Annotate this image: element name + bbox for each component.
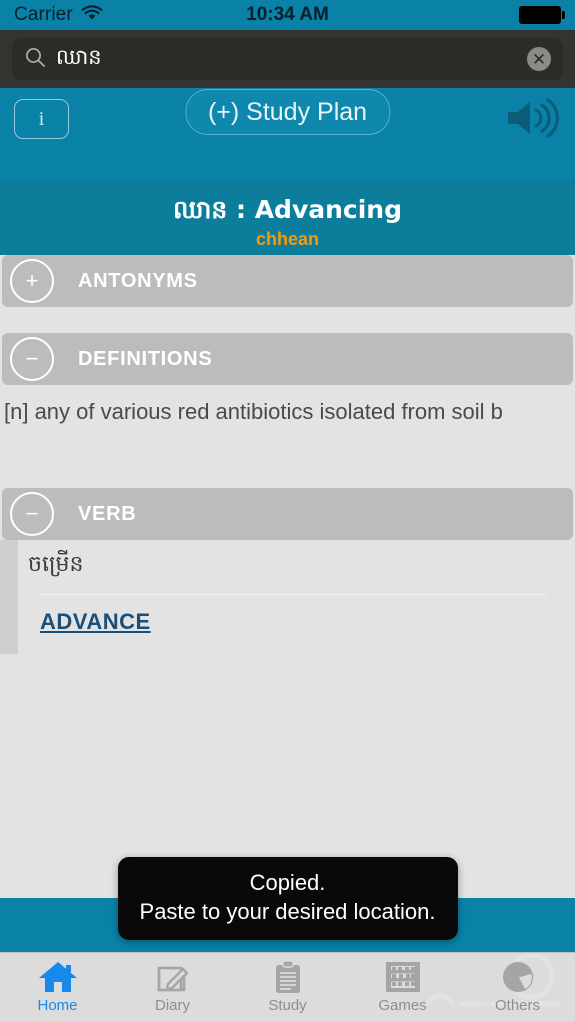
status-bar-right <box>519 6 565 24</box>
verb-khmer-subtext[interactable]: ចម្រើន <box>28 540 575 582</box>
carrier-label: Carrier <box>14 4 73 25</box>
toast-notification: Copied. Paste to your desired location. <box>117 857 458 941</box>
battery-full-icon <box>519 6 565 24</box>
wifi-icon <box>81 4 103 26</box>
section-title-antonyms: ANTONYMS <box>78 269 198 292</box>
status-bar-left: Carrier <box>14 4 103 26</box>
section-body-verb: ចម្រើន ADVANCE <box>0 540 575 654</box>
section-header-definitions[interactable]: − DEFINITIONS <box>2 333 573 385</box>
info-button[interactable]: i <box>14 99 69 139</box>
app-root: Carrier 10:34 AM ឈាន ✕ i (+) Study Plan … <box>0 0 575 1021</box>
status-bar: Carrier 10:34 AM <box>0 0 575 30</box>
tab-bar: Home Diary Study Games Others <box>0 952 575 1021</box>
search-input[interactable]: ឈាន <box>56 44 527 75</box>
definition-text[interactable]: [n] any of various red antibiotics isola… <box>0 385 575 425</box>
tab-label-diary: Diary <box>154 997 190 1014</box>
compose-icon <box>156 960 190 994</box>
minus-icon[interactable]: − <box>10 492 54 536</box>
clear-search-icon[interactable]: ✕ <box>527 47 551 71</box>
speaker-volume-icon <box>504 96 560 145</box>
word-romanization: chhean <box>255 228 320 249</box>
tab-label-others: Others <box>494 997 540 1014</box>
tab-games[interactable]: Games <box>345 953 460 1021</box>
verb-divider <box>40 594 547 595</box>
study-plan-button[interactable]: (+) Study Plan <box>184 89 391 135</box>
search-icon <box>24 46 46 73</box>
section-title-verb: VERB <box>78 502 137 525</box>
tab-study[interactable]: Study <box>230 953 345 1021</box>
indent-bar <box>0 540 18 654</box>
word-title: ឈាន : Advancing <box>172 195 403 224</box>
toast-line-1: Copied. <box>249 870 326 895</box>
tab-diary[interactable]: Diary <box>115 953 230 1021</box>
section-gap-antonyms <box>0 307 575 333</box>
section-body-definitions: [n] any of various red antibiotics isola… <box>0 385 575 488</box>
section-title-definitions: DEFINITIONS <box>78 347 213 370</box>
minus-icon[interactable]: − <box>10 337 54 381</box>
plus-icon[interactable]: + <box>10 259 54 303</box>
search-field[interactable]: ឈាន ✕ <box>12 38 563 80</box>
pie-circle-icon <box>501 960 535 994</box>
tab-label-games: Games <box>378 997 427 1014</box>
section-header-verb[interactable]: − VERB <box>2 488 573 540</box>
search-bar: ឈាន ✕ <box>0 30 575 88</box>
tab-label-home: Home <box>37 997 78 1014</box>
toast-line-2: Paste to your desired location. <box>139 898 436 924</box>
section-header-antonyms[interactable]: + ANTONYMS <box>2 255 573 307</box>
abacus-icon <box>384 960 422 994</box>
speaker-button[interactable] <box>501 96 563 144</box>
home-icon <box>37 960 79 994</box>
tab-others[interactable]: Others <box>460 953 575 1021</box>
clipboard-icon <box>273 960 303 994</box>
content-scroll[interactable]: + ANTONYMS − DEFINITIONS [n] any of vari… <box>0 255 575 898</box>
tab-label-study: Study <box>268 997 307 1014</box>
verb-link-advance[interactable]: ADVANCE <box>40 609 151 635</box>
tab-home[interactable]: Home <box>0 953 115 1021</box>
word-header: ឈាន : Advancing chhean <box>0 180 575 255</box>
toolbar: i (+) Study Plan <box>0 88 575 180</box>
